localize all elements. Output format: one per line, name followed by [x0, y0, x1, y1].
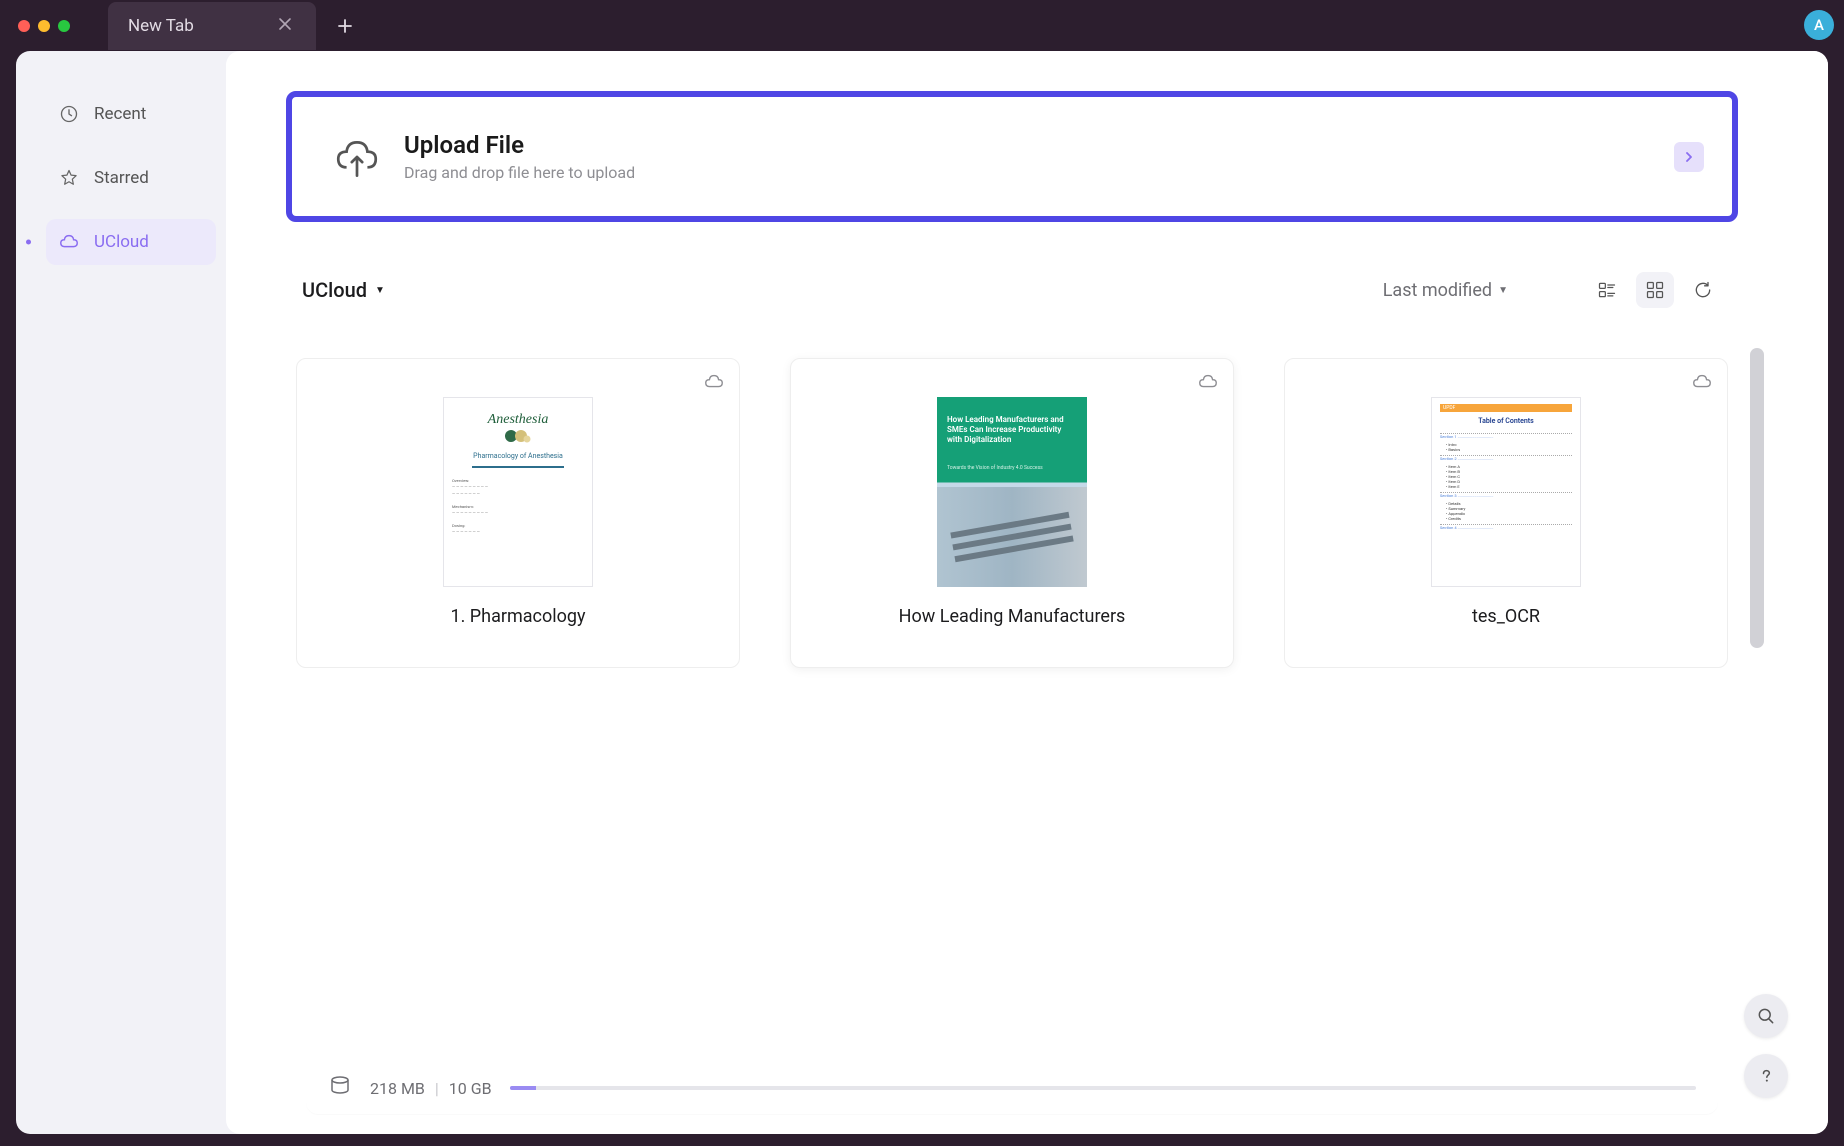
thumb-caption: Pharmacology of Anesthesia: [452, 452, 584, 460]
thumb-toc-title: Table of Contents: [1440, 417, 1572, 425]
sidebar-item-ucloud[interactable]: UCloud: [46, 219, 216, 265]
star-icon: [58, 167, 80, 189]
file-card[interactable]: UPDF Table of Contents Section 1 .......…: [1284, 358, 1728, 668]
upload-dropzone[interactable]: Upload File Drag and drop file here to u…: [286, 91, 1738, 222]
scrollbar-track: [1750, 348, 1764, 1024]
scrollbar-thumb[interactable]: [1750, 348, 1764, 648]
title-bar: New Tab A: [0, 0, 1844, 51]
thumb-toc-badge: UPDF: [1440, 404, 1572, 412]
fullscreen-window-icon[interactable]: [58, 20, 70, 32]
main-window: Recent Starred UCloud Upload File Drag a…: [16, 51, 1828, 1134]
new-tab-button[interactable]: [330, 11, 360, 41]
files-area: Anesthesia Pharmacology of Anesthesia Ov…: [286, 348, 1768, 1104]
view-switch: [1588, 272, 1722, 308]
sort-dropdown[interactable]: Last modified ▼: [1383, 280, 1508, 301]
thumb-logo-text: Anesthesia: [452, 412, 584, 428]
storage-progress: [510, 1086, 1696, 1090]
browser-tab[interactable]: New Tab: [108, 2, 316, 50]
divider: |: [435, 1079, 439, 1098]
window-controls: [18, 20, 70, 32]
close-window-icon[interactable]: [18, 20, 30, 32]
storage-used: 218 MB: [370, 1079, 425, 1098]
file-thumbnail: Anesthesia Pharmacology of Anesthesia Ov…: [443, 397, 593, 587]
storage-text: 218 MB | 10 GB: [370, 1079, 492, 1098]
close-tab-icon[interactable]: [274, 13, 296, 38]
storage-icon: [328, 1074, 352, 1102]
location-label: UCloud: [302, 278, 367, 302]
upload-cloud-icon: [332, 134, 378, 180]
sidebar-item-label: Starred: [94, 168, 149, 188]
storage-total: 10 GB: [449, 1079, 492, 1098]
help-button[interactable]: [1744, 1054, 1788, 1098]
sidebar-item-label: UCloud: [94, 232, 149, 252]
sort-label: Last modified: [1383, 280, 1492, 301]
caret-down-icon: ▼: [375, 285, 385, 296]
sidebar-item-recent[interactable]: Recent: [46, 91, 216, 137]
file-thumbnail: How Leading Manufacturers and SMEs Can I…: [937, 397, 1087, 587]
content-area: Upload File Drag and drop file here to u…: [226, 51, 1828, 1134]
grid-view-button[interactable]: [1636, 272, 1674, 308]
file-name: tes_OCR: [1472, 605, 1540, 628]
upload-subtitle: Drag and drop file here to upload: [404, 163, 635, 182]
files-toolbar: UCloud ▼ Last modified ▼: [286, 272, 1738, 308]
cloud-status-icon: [703, 371, 725, 397]
sidebar-item-label: Recent: [94, 104, 146, 124]
tab-title: New Tab: [128, 16, 194, 36]
cloud-icon: [58, 231, 80, 253]
avatar[interactable]: A: [1804, 10, 1834, 40]
thumb-green-subtitle: Towards the Vision of Industry 4.0 Succe…: [947, 465, 1043, 471]
cloud-status-icon: [1691, 371, 1713, 397]
storage-progress-fill: [510, 1086, 536, 1090]
upload-expand-button[interactable]: [1674, 142, 1704, 172]
location-dropdown[interactable]: UCloud ▼: [302, 278, 385, 302]
upload-title: Upload File: [404, 131, 635, 159]
file-name: 1. Pharmacology: [450, 605, 585, 628]
sidebar-item-starred[interactable]: Starred: [46, 155, 216, 201]
sidebar: Recent Starred UCloud: [16, 51, 226, 1134]
search-button[interactable]: [1744, 994, 1788, 1038]
refresh-button[interactable]: [1684, 272, 1722, 308]
storage-bar: 218 MB | 10 GB: [306, 1062, 1718, 1114]
files-grid: Anesthesia Pharmacology of Anesthesia Ov…: [286, 348, 1768, 668]
file-thumbnail: UPDF Table of Contents Section 1 .......…: [1431, 397, 1581, 587]
list-view-button[interactable]: [1588, 272, 1626, 308]
caret-down-icon: ▼: [1498, 285, 1508, 296]
avatar-initial: A: [1814, 16, 1824, 34]
clock-icon: [58, 103, 80, 125]
file-card[interactable]: Anesthesia Pharmacology of Anesthesia Ov…: [296, 358, 740, 668]
file-name: How Leading Manufacturers: [899, 605, 1126, 628]
minimize-window-icon[interactable]: [38, 20, 50, 32]
thumb-green-title: How Leading Manufacturers and SMEs Can I…: [947, 415, 1077, 445]
file-card[interactable]: How Leading Manufacturers and SMEs Can I…: [790, 358, 1234, 668]
cloud-status-icon: [1197, 371, 1219, 397]
